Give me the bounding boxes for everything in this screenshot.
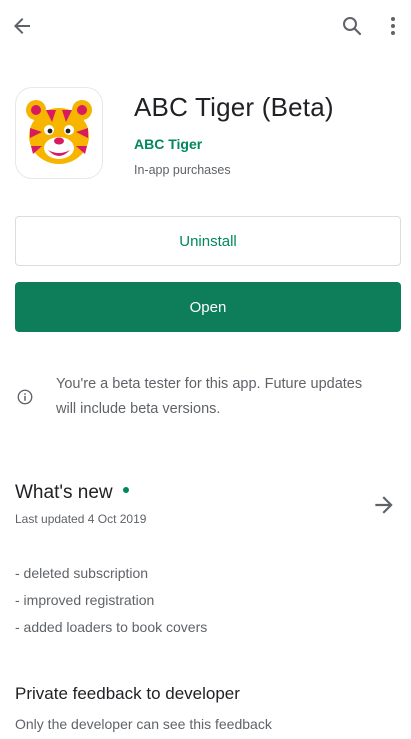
changelog-item: - deleted subscription bbox=[15, 565, 149, 581]
info-icon bbox=[17, 389, 33, 405]
beta-tester-note: You're a beta tester for this app. Futur… bbox=[16, 372, 396, 432]
changelog-item: - improved registration bbox=[15, 592, 155, 608]
last-updated-date: Last updated 4 Oct 2019 bbox=[15, 512, 147, 526]
arrow-right-icon[interactable] bbox=[371, 492, 397, 518]
developer-link[interactable]: ABC Tiger bbox=[134, 136, 202, 152]
app-header: ABC Tiger (Beta) ABC Tiger In-app purcha… bbox=[16, 88, 396, 188]
feedback-subtitle: Only the developer can see this feedback bbox=[15, 716, 272, 732]
more-vert-icon bbox=[391, 17, 395, 35]
uninstall-button[interactable]: Uninstall bbox=[15, 216, 401, 266]
app-title: ABC Tiger (Beta) bbox=[134, 92, 334, 122]
whats-new-title-text: What's new bbox=[15, 482, 113, 503]
app-icon[interactable] bbox=[16, 88, 102, 178]
whats-new-header[interactable]: What's new Last updated 4 Oct 2019 bbox=[15, 478, 401, 542]
whats-new-title: What's new bbox=[15, 482, 129, 504]
changelog-list: - deleted subscription - improved regist… bbox=[15, 560, 395, 641]
search-icon bbox=[343, 17, 362, 36]
top-app-bar bbox=[0, 0, 411, 56]
more-options-button[interactable] bbox=[378, 6, 408, 46]
new-indicator-dot bbox=[122, 486, 129, 493]
in-app-purchases-note: In-app purchases bbox=[134, 163, 231, 177]
changelog-item: - added loaders to book covers bbox=[15, 619, 208, 635]
open-button[interactable]: Open bbox=[15, 282, 401, 332]
beta-note-text: You're a beta tester for this app. Futur… bbox=[56, 376, 363, 417]
arrow-left-icon bbox=[14, 18, 30, 34]
search-button[interactable] bbox=[332, 6, 372, 46]
private-feedback-section[interactable]: Private feedback to developer Only the d… bbox=[15, 680, 401, 739]
feedback-title: Private feedback to developer bbox=[15, 684, 240, 703]
back-button[interactable] bbox=[2, 6, 42, 46]
tiger-logo-icon bbox=[26, 100, 92, 164]
